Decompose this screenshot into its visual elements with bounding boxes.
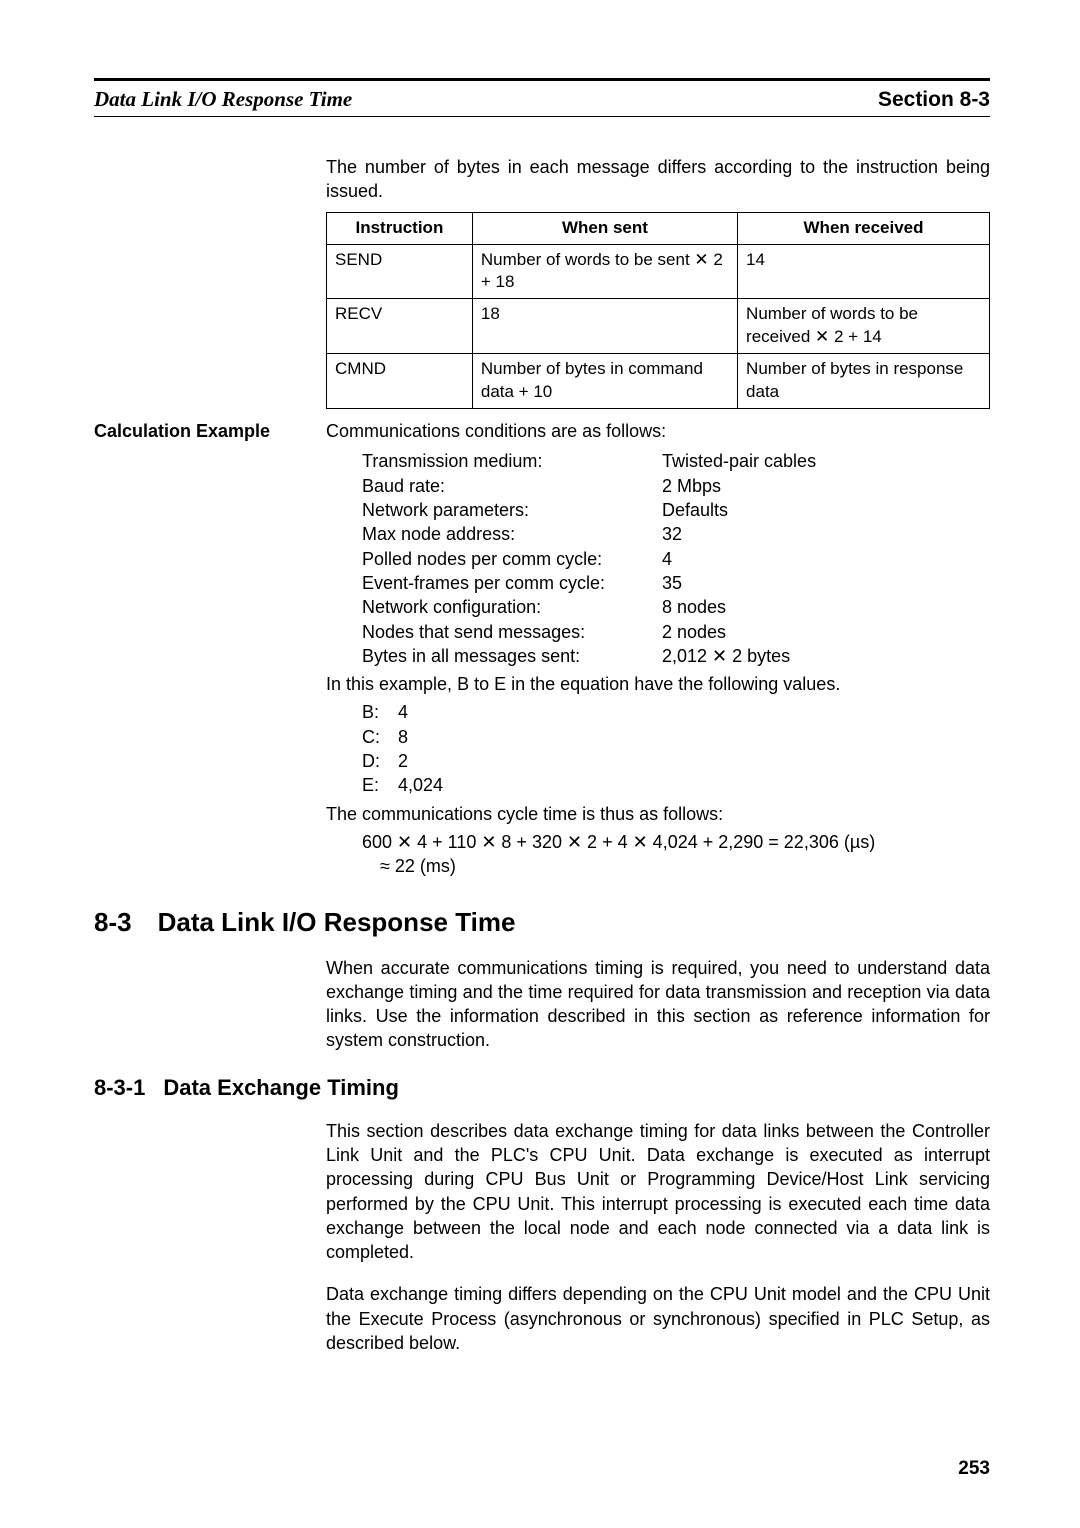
td: Number of bytes in response data: [738, 354, 990, 409]
cond-row: Max node address:32: [362, 522, 990, 546]
table-header-row: Instruction When sent When received: [327, 212, 990, 244]
cond-row: Baud rate:2 Mbps: [362, 474, 990, 498]
td: RECV: [327, 299, 473, 354]
table-row: RECV 18 Number of words to be received ✕…: [327, 299, 990, 354]
equation-sub: ≈ 22 (ms): [380, 854, 990, 878]
td: 14: [738, 244, 990, 299]
cond-row: Bytes in all messages sent:2,012 ✕ 2 byt…: [362, 644, 990, 668]
val-val: 8: [398, 725, 408, 749]
calc-intro: Communications conditions are as follows…: [326, 419, 990, 443]
cond-val: 35: [662, 571, 682, 595]
td: Number of bytes in command data + 10: [472, 354, 737, 409]
cond-val: 4: [662, 547, 672, 571]
cond-key: Baud rate:: [362, 474, 662, 498]
equation: 600 ✕ 4 + 110 ✕ 8 + 320 ✕ 2 + 4 ✕ 4,024 …: [362, 830, 990, 879]
cond-row: Polled nodes per comm cycle:4: [362, 547, 990, 571]
cond-val: Twisted-pair cables: [662, 449, 816, 473]
cond-key: Transmission medium:: [362, 449, 662, 473]
values-note: In this example, B to E in the equation …: [326, 672, 990, 696]
cond-row: Nodes that send messages:2 nodes: [362, 620, 990, 644]
td: Number of words to be received ✕ 2 + 14: [738, 299, 990, 354]
val-row: E:4,024: [362, 773, 990, 797]
page-number: 253: [958, 1458, 990, 1480]
section-paragraph: When accurate communications timing is r…: [326, 956, 990, 1053]
th-when-sent: When sent: [472, 212, 737, 244]
th-instruction: Instruction: [327, 212, 473, 244]
intro-paragraph: The number of bytes in each message diff…: [326, 155, 990, 204]
subsection-heading: 8-3-1 Data Exchange Timing: [94, 1075, 990, 1101]
subsection-number: 8-3-1: [94, 1075, 145, 1101]
cond-key: Bytes in all messages sent:: [362, 644, 662, 668]
cond-key: Network parameters:: [362, 498, 662, 522]
td: CMND: [327, 354, 473, 409]
instruction-table-wrap: Instruction When sent When received SEND…: [326, 212, 990, 410]
td: 18: [472, 299, 737, 354]
th-when-received: When received: [738, 212, 990, 244]
calc-example-block: Calculation Example Communications condi…: [94, 419, 990, 878]
instruction-table: Instruction When sent When received SEND…: [326, 212, 990, 410]
val-row: C:8: [362, 725, 990, 749]
cond-key: Network configuration:: [362, 595, 662, 619]
calc-example-label: Calculation Example: [94, 419, 326, 442]
val-key: B:: [362, 700, 398, 724]
cond-key: Event-frames per comm cycle:: [362, 571, 662, 595]
section-heading: 8-3 Data Link I/O Response Time: [94, 907, 990, 938]
section-title: Data Link I/O Response Time: [158, 907, 516, 938]
val-row: D:2: [362, 749, 990, 773]
td: Number of words to be sent ✕ 2 + 18: [472, 244, 737, 299]
val-key: E:: [362, 773, 398, 797]
cond-row: Event-frames per comm cycle:35: [362, 571, 990, 595]
cond-val: 8 nodes: [662, 595, 726, 619]
cond-key: Max node address:: [362, 522, 662, 546]
calc-example-body: Communications conditions are as follows…: [326, 419, 990, 878]
cond-row: Transmission medium:Twisted-pair cables: [362, 449, 990, 473]
subsection-para-1: This section describes data exchange tim…: [326, 1119, 990, 1265]
section-number: 8-3: [94, 907, 132, 938]
table-row: CMND Number of bytes in command data + 1…: [327, 354, 990, 409]
val-val: 4,024: [398, 773, 443, 797]
cond-row: Network configuration:8 nodes: [362, 595, 990, 619]
table-row: SEND Number of words to be sent ✕ 2 + 18…: [327, 244, 990, 299]
top-rule: [94, 78, 990, 81]
cond-key: Nodes that send messages:: [362, 620, 662, 644]
cond-val: 32: [662, 522, 682, 546]
running-head-left: Data Link I/O Response Time: [94, 87, 352, 112]
cond-val: 2,012 ✕ 2 bytes: [662, 644, 790, 668]
conditions-table: Transmission medium:Twisted-pair cables …: [362, 449, 990, 668]
val-key: C:: [362, 725, 398, 749]
td: SEND: [327, 244, 473, 299]
cond-row: Network parameters:Defaults: [362, 498, 990, 522]
val-key: D:: [362, 749, 398, 773]
val-val: 2: [398, 749, 408, 773]
subsection-para-2: Data exchange timing differs depending o…: [326, 1282, 990, 1355]
cond-val: 2 Mbps: [662, 474, 721, 498]
running-head-right: Section 8-3: [878, 88, 990, 112]
cycle-intro: The communications cycle time is thus as…: [326, 802, 990, 826]
cond-val: Defaults: [662, 498, 728, 522]
cond-val: 2 nodes: [662, 620, 726, 644]
val-row: B:4: [362, 700, 990, 724]
cond-key: Polled nodes per comm cycle:: [362, 547, 662, 571]
subsection-title: Data Exchange Timing: [163, 1075, 399, 1101]
equation-line: 600 ✕ 4 + 110 ✕ 8 + 320 ✕ 2 + 4 ✕ 4,024 …: [362, 830, 990, 854]
values-list: B:4 C:8 D:2 E:4,024: [362, 700, 990, 797]
val-val: 4: [398, 700, 408, 724]
running-head: Data Link I/O Response Time Section 8-3: [94, 87, 990, 117]
